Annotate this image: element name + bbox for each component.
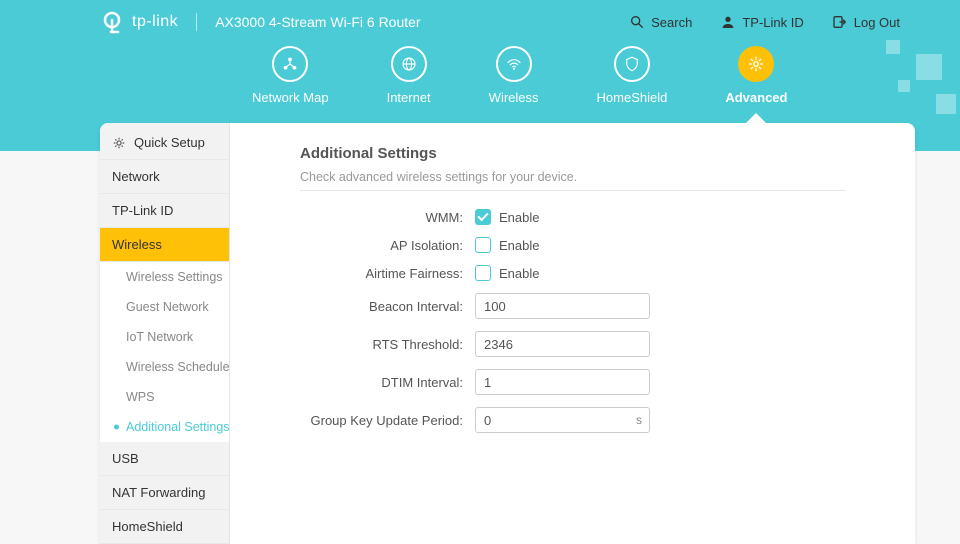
row-beacon-interval: Beacon Interval:	[300, 293, 845, 319]
nav-internet[interactable]: Internet	[387, 46, 431, 105]
sidebar-label: Quick Setup	[134, 135, 205, 150]
header: tp-link AX3000 4-Stream Wi-Fi 6 Router S…	[0, 0, 960, 123]
section-title: Additional Settings	[300, 145, 845, 162]
label-wmm: WMM:	[300, 210, 475, 225]
nav-label: Network Map	[252, 90, 329, 105]
row-ap-isolation: AP Isolation: Enable	[300, 237, 845, 253]
checkbox-airtime-fairness[interactable]	[475, 265, 491, 281]
checkbox-ap-isolation[interactable]	[475, 237, 491, 253]
gear-icon	[738, 46, 774, 82]
tplink-id-action[interactable]: TP-Link ID	[720, 14, 803, 30]
gear-small-icon	[112, 136, 126, 150]
label-dtim-interval: DTIM Interval:	[300, 375, 475, 390]
input-rts-threshold[interactable]	[475, 331, 650, 357]
section-desc: Check advanced wireless settings for you…	[300, 170, 845, 184]
product-name: AX3000 4-Stream Wi-Fi 6 Router	[215, 14, 420, 30]
enable-label: Enable	[499, 210, 539, 225]
shield-icon	[614, 46, 650, 82]
nav-homeshield[interactable]: HomeShield	[597, 46, 668, 105]
logout-label: Log Out	[854, 15, 900, 30]
search-label: Search	[651, 15, 692, 30]
logout-action[interactable]: Log Out	[832, 14, 900, 30]
nav-wireless[interactable]: Wireless	[489, 46, 539, 105]
tplink-id-label: TP-Link ID	[742, 15, 803, 30]
content: Additional Settings Check advanced wirel…	[230, 123, 915, 544]
label-airtime-fairness: Airtime Fairness:	[300, 266, 475, 281]
sidebar-wireless-sub: Wireless Settings Guest Network IoT Netw…	[100, 262, 229, 442]
input-beacon-interval[interactable]	[475, 293, 650, 319]
sub-wireless-settings[interactable]: Wireless Settings	[100, 262, 229, 292]
sidebar-label: NAT Forwarding	[112, 485, 205, 500]
input-group-key[interactable]	[475, 407, 650, 433]
sidebar-item-homeshield[interactable]: HomeShield	[100, 510, 229, 544]
sidebar-quick-setup[interactable]: Quick Setup	[100, 123, 229, 160]
sidebar: Quick Setup Network TP-Link ID Wireless …	[100, 123, 230, 544]
label-beacon-interval: Beacon Interval:	[300, 299, 475, 314]
sub-iot-network[interactable]: IoT Network	[100, 322, 229, 352]
main-wrap: Quick Setup Network TP-Link ID Wireless …	[0, 123, 960, 544]
nav-label: Wireless	[489, 90, 539, 105]
header-actions: Search TP-Link ID Log Out	[629, 14, 900, 30]
nav-label: Internet	[387, 90, 431, 105]
row-wmm: WMM: Enable	[300, 209, 845, 225]
nav-advanced[interactable]: Advanced	[725, 46, 787, 105]
label-ap-isolation: AP Isolation:	[300, 238, 475, 253]
wifi-icon	[496, 46, 532, 82]
logout-icon	[832, 14, 848, 30]
label-rts-threshold: RTS Threshold:	[300, 337, 475, 352]
enable-label: Enable	[499, 238, 539, 253]
sub-guest-network[interactable]: Guest Network	[100, 292, 229, 322]
sub-additional-settings[interactable]: Additional Settings	[100, 412, 229, 442]
sidebar-label: Wireless	[112, 237, 162, 252]
main-panel: Quick Setup Network TP-Link ID Wireless …	[100, 123, 915, 544]
sidebar-item-usb[interactable]: USB	[100, 442, 229, 476]
logo-area: tp-link AX3000 4-Stream Wi-Fi 6 Router	[100, 10, 421, 34]
globe-icon	[391, 46, 427, 82]
user-icon	[720, 14, 736, 30]
search-icon	[629, 14, 645, 30]
row-group-key: Group Key Update Period: s	[300, 407, 845, 433]
sidebar-item-tplink-id[interactable]: TP-Link ID	[100, 194, 229, 228]
header-top: tp-link AX3000 4-Stream Wi-Fi 6 Router S…	[0, 0, 960, 34]
row-dtim-interval: DTIM Interval:	[300, 369, 845, 395]
brand-divider	[196, 13, 197, 31]
sidebar-item-network[interactable]: Network	[100, 160, 229, 194]
top-nav: Network Map Internet Wireless HomeShield…	[0, 34, 960, 123]
checkbox-wmm[interactable]	[475, 209, 491, 225]
sidebar-label: USB	[112, 451, 139, 466]
sidebar-label: HomeShield	[112, 519, 183, 534]
brand-text: tp-link	[132, 13, 178, 31]
sidebar-item-wireless[interactable]: Wireless	[100, 228, 229, 262]
row-rts-threshold: RTS Threshold:	[300, 331, 845, 357]
sub-wireless-schedule[interactable]: Wireless Schedule	[100, 352, 229, 382]
nav-label: Advanced	[725, 90, 787, 105]
sub-wps[interactable]: WPS	[100, 382, 229, 412]
nav-label: HomeShield	[597, 90, 668, 105]
logo-icon	[100, 10, 124, 34]
sidebar-item-nat[interactable]: NAT Forwarding	[100, 476, 229, 510]
network-map-icon	[272, 46, 308, 82]
enable-label: Enable	[499, 266, 539, 281]
label-group-key: Group Key Update Period:	[300, 413, 475, 428]
sidebar-label: Network	[112, 169, 160, 184]
row-airtime-fairness: Airtime Fairness: Enable	[300, 265, 845, 281]
section-divider	[300, 190, 845, 191]
nav-network-map[interactable]: Network Map	[252, 46, 329, 105]
input-dtim-interval[interactable]	[475, 369, 650, 395]
sidebar-label: TP-Link ID	[112, 203, 173, 218]
search-action[interactable]: Search	[629, 14, 692, 30]
